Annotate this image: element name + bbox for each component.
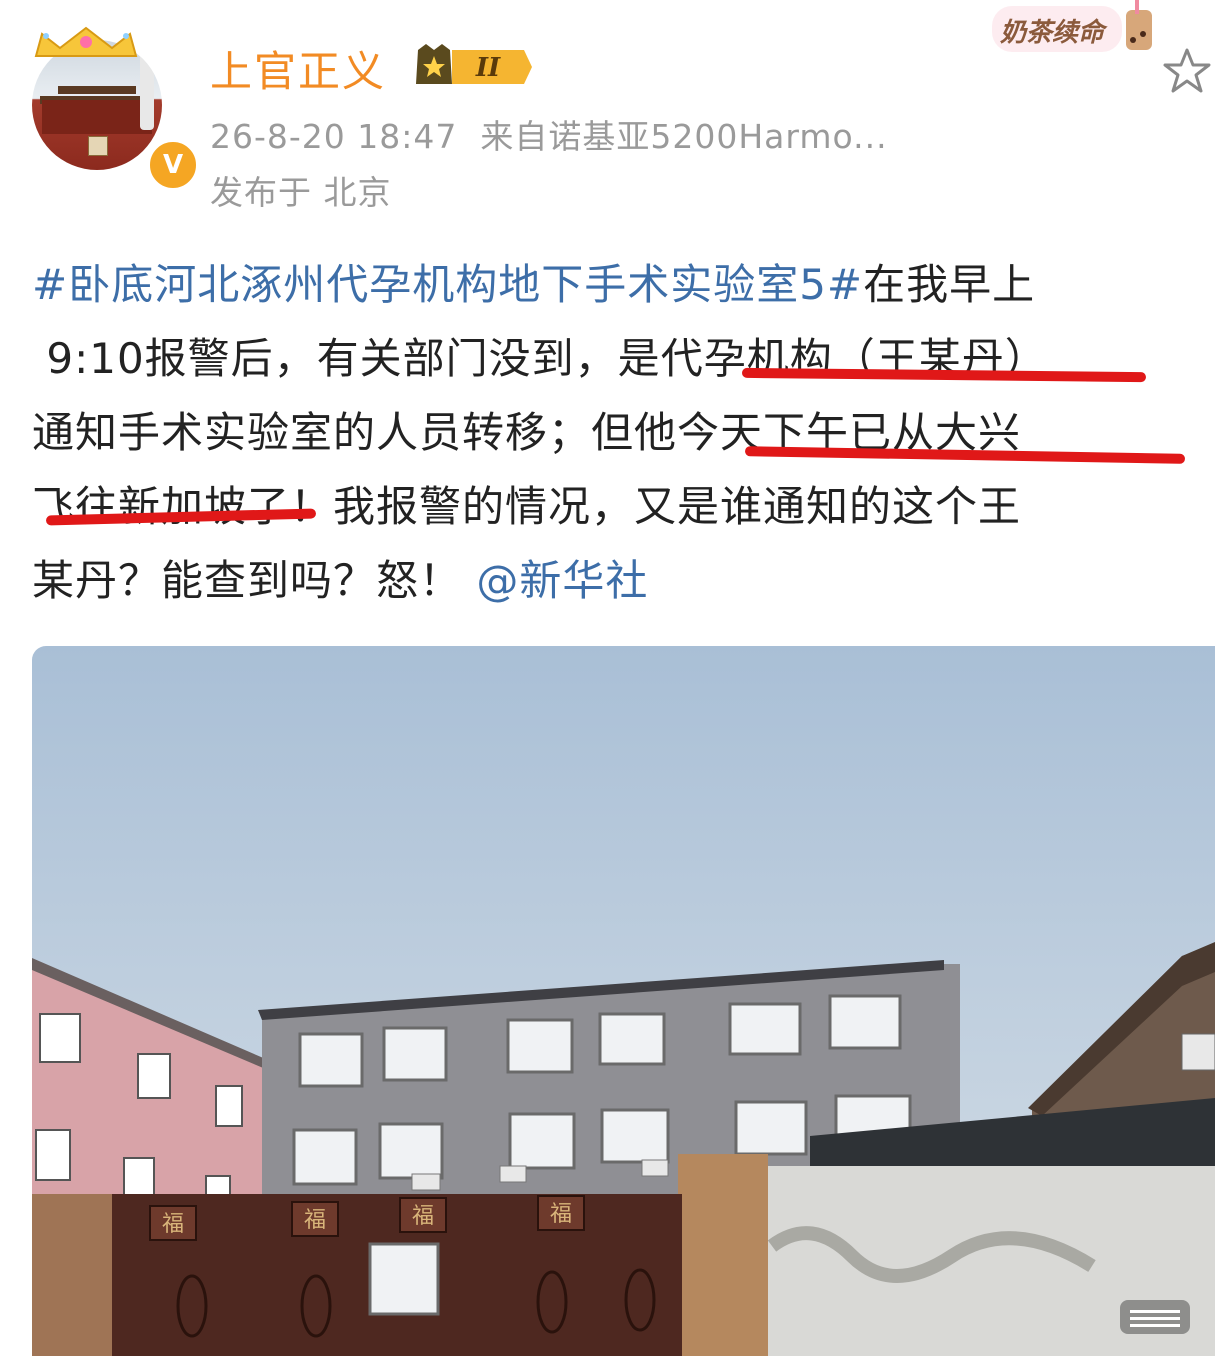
hashtag-link[interactable]: #卧底河北涿州代孕机构地下手术实验室5# xyxy=(32,260,863,309)
level-badge-icon: II xyxy=(416,44,532,84)
sticker-text: 奶茶续命 xyxy=(1000,18,1105,48)
username[interactable]: 上官正义 xyxy=(210,38,386,99)
level-badge-text: II xyxy=(475,53,501,83)
post-text-segment: 9:10报警后，有关部门没到，是 xyxy=(46,334,661,383)
avatar[interactable]: V xyxy=(32,26,200,192)
mention-link[interactable]: @新华社 xyxy=(476,556,648,605)
post-source: 来自诺基亚5200Harmo... xyxy=(480,117,888,156)
post-meta: 26-8-20 18:47 来自诺基亚5200Harmo... xyxy=(210,110,888,158)
door-character: 福 xyxy=(162,1212,184,1237)
favorite-star-icon[interactable] xyxy=(1162,46,1212,96)
crown-icon xyxy=(34,26,138,57)
post-line-5: 某丹？能查到吗？怒！ @新华社 xyxy=(32,544,1202,618)
verified-badge: V xyxy=(146,138,200,192)
door-character: 福 xyxy=(412,1204,434,1229)
door-character: 福 xyxy=(304,1208,326,1233)
post-photo[interactable]: 福 福 福 福 xyxy=(32,646,1215,1356)
post-text-segment: 某丹？能查到吗？怒！ xyxy=(32,556,463,605)
timestamp: 26-8-20 18:47 xyxy=(210,117,458,156)
post-line-1: #卧底河北涿州代孕机构地下手术实验室5#在我早上 xyxy=(32,248,1202,322)
post-text: #卧底河北涿州代孕机构地下手术实验室5#在我早上 9:10报警后，有关部门没到，… xyxy=(32,248,1202,618)
post-text-segment: 通知手术实验室的人员转移；但 xyxy=(32,408,635,457)
door-character: 福 xyxy=(550,1202,572,1227)
post-text-segment: ！我报警的情况，又是谁通知的这个王 xyxy=(290,482,1022,531)
post-text-segment: 在我早上 xyxy=(863,260,1036,309)
post-line-2: 9:10报警后，有关部门没到，是代孕机构（王某丹） xyxy=(32,322,1202,396)
post-location: 发布于 北京 xyxy=(210,173,392,212)
more-images-icon[interactable] xyxy=(1120,1300,1190,1334)
post-line-4: 飞往新加坡了！我报警的情况，又是谁通知的这个王 xyxy=(32,470,1202,544)
